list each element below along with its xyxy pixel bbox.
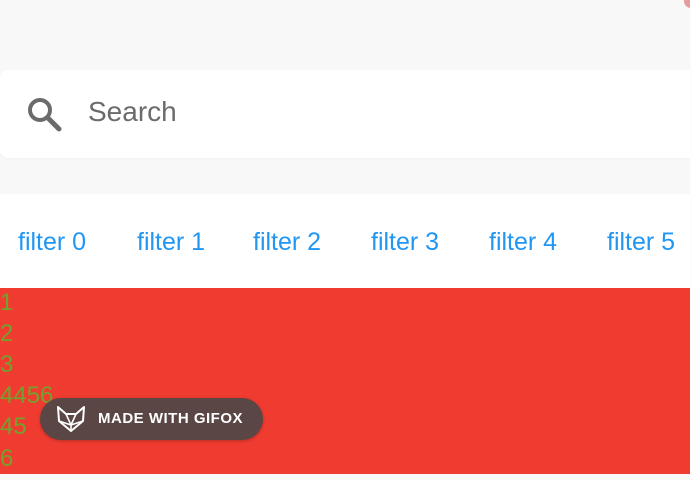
tab-filter-4[interactable]: filter 4 bbox=[489, 228, 557, 258]
gifox-watermark-badge: MADE WITH GIFOX bbox=[40, 398, 263, 440]
filter-tab-bar bbox=[0, 194, 690, 288]
tab-filter-1[interactable]: filter 1 bbox=[137, 228, 205, 258]
tab-filter-3[interactable]: filter 3 bbox=[371, 228, 439, 258]
list-item: 3 bbox=[0, 351, 14, 378]
list-item: 45 bbox=[0, 413, 27, 440]
list-item: 2 bbox=[0, 320, 14, 347]
tab-filter-0[interactable]: filter 0 bbox=[18, 228, 86, 258]
search-input[interactable] bbox=[88, 92, 648, 132]
app-screen: filter 0 filter 1 filter 2 filter 3 filt… bbox=[0, 0, 692, 480]
fox-icon bbox=[57, 406, 85, 432]
content-area: 1 2 3 4456 45 6 bbox=[0, 288, 690, 474]
list-item: 6 bbox=[0, 445, 14, 472]
bottom-spacer bbox=[0, 474, 692, 480]
tab-filter-2[interactable]: filter 2 bbox=[253, 228, 321, 258]
gifox-badge-label: MADE WITH GIFOX bbox=[98, 410, 243, 427]
list-item: 1 bbox=[0, 289, 14, 316]
tab-filter-5[interactable]: filter 5 bbox=[607, 228, 675, 258]
search-icon[interactable] bbox=[24, 94, 64, 134]
top-spacer bbox=[0, 0, 692, 70]
